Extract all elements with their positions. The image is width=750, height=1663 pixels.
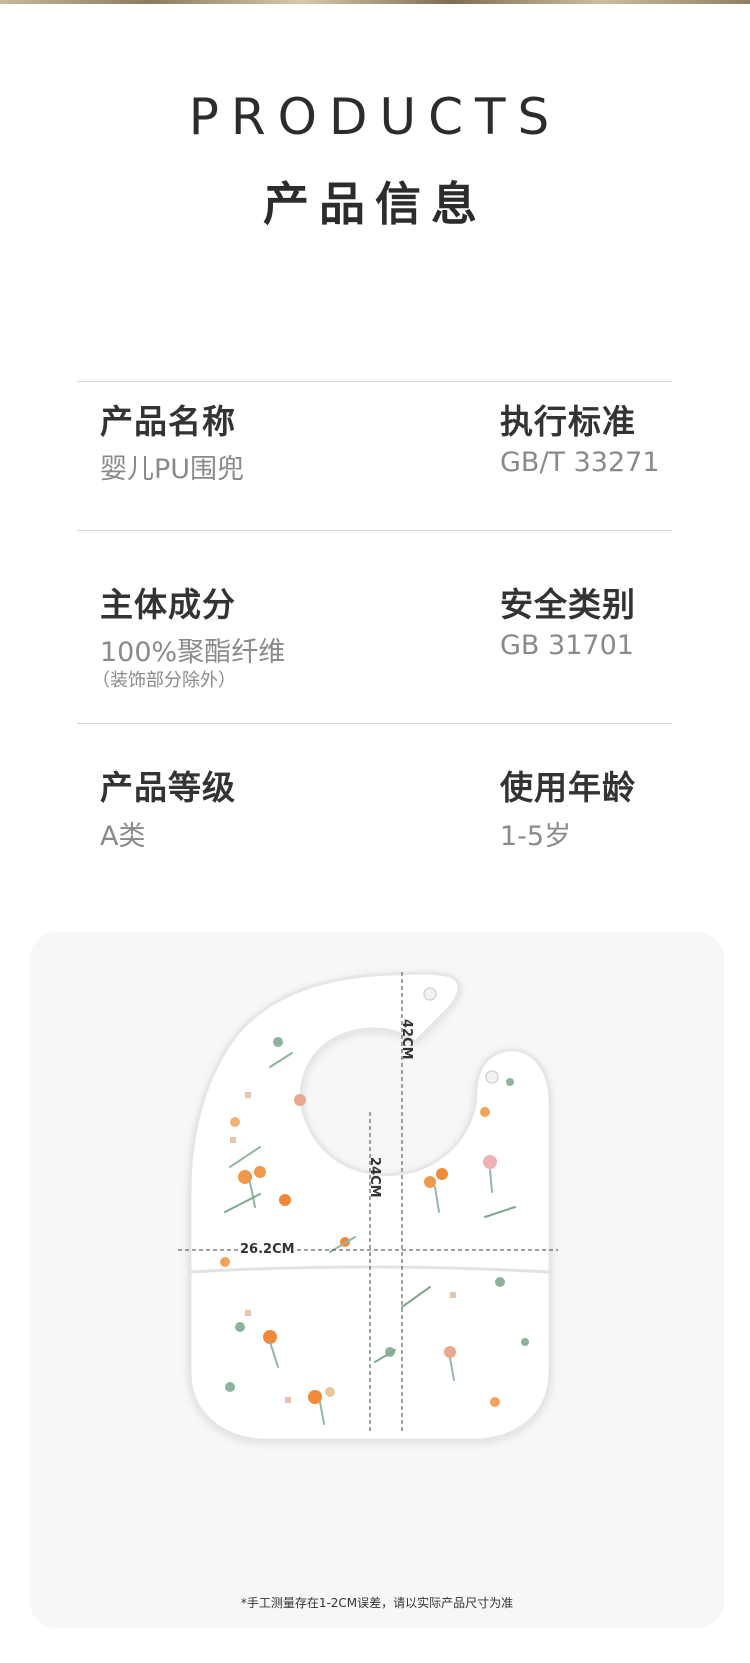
spec-value-standard: GB/T 33271 (500, 447, 660, 478)
spec-label-composition: 主体成分 (100, 585, 236, 624)
top-decorative-strip (0, 0, 750, 4)
spec-value-grade: A类 (100, 821, 146, 852)
spec-value-safety: GB 31701 (500, 630, 634, 661)
product-image-panel: 42CM 24CM 26.2CM *手工测量存在1-2CM误差，请以实际产品尺寸… (30, 932, 724, 1628)
divider (77, 723, 672, 724)
snap-button (423, 987, 437, 1001)
dimension-label-length: 42CM (399, 1019, 414, 1060)
section-title-cn: 产品信息 (263, 177, 487, 231)
dimension-label-pocket: 24CM (367, 1157, 382, 1198)
dimension-label-width: 26.2CM (238, 1242, 297, 1257)
spec-label-product-name: 产品名称 (100, 402, 236, 441)
spec-note-composition: （装饰部分除外） (92, 670, 236, 691)
spec-label-safety: 安全类别 (500, 585, 636, 624)
divider (77, 381, 672, 382)
measurement-footnote: *手工测量存在1-2CM误差，请以实际产品尺寸为准 (240, 1596, 514, 1610)
spec-label-grade: 产品等级 (100, 768, 236, 807)
bib-illustration (178, 971, 558, 1442)
spec-label-age: 使用年龄 (500, 768, 636, 807)
snap-button (485, 1070, 499, 1084)
spec-value-product-name: 婴儿PU围兜 (100, 454, 245, 485)
spec-value-age: 1-5岁 (500, 821, 572, 852)
divider (77, 530, 672, 531)
section-title-en: PRODUCTS (188, 88, 562, 146)
spec-label-standard: 执行标准 (500, 402, 636, 441)
spec-value-composition: 100%聚酯纤维 (100, 637, 286, 668)
